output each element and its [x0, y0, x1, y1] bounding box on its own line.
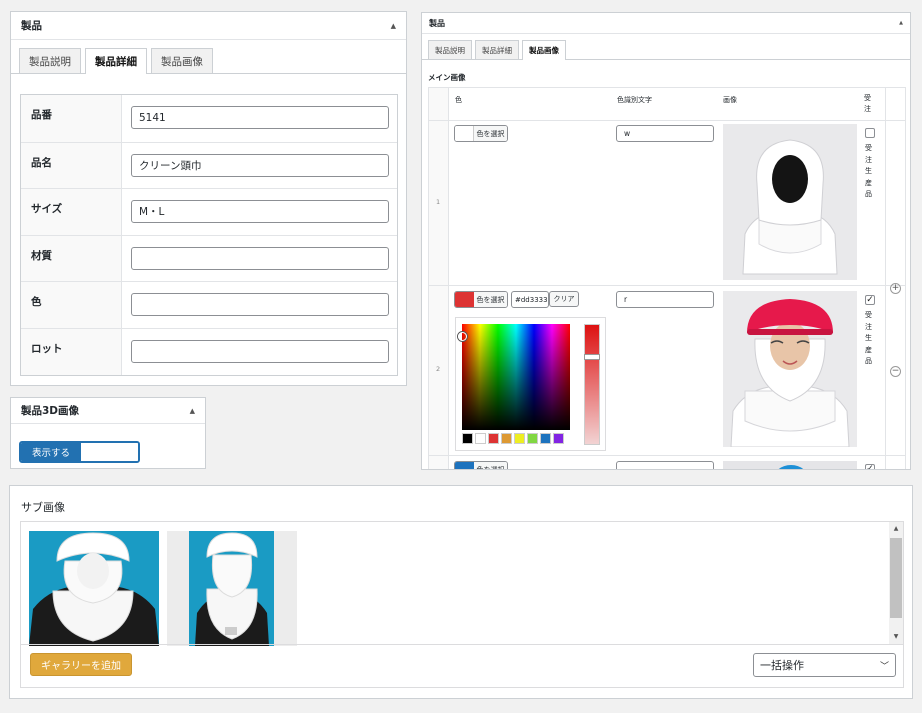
- form-row: ロット: [21, 327, 397, 374]
- gallery-image[interactable]: [29, 531, 159, 646]
- order-label: 受注生産品: [865, 311, 872, 365]
- color-text-input[interactable]: [616, 461, 714, 469]
- hue-slider-handle[interactable]: [584, 354, 600, 360]
- add-gallery-button[interactable]: ギャラリーを追加: [30, 653, 132, 676]
- row-number: 1: [436, 198, 441, 206]
- field-input[interactable]: 5141: [131, 106, 389, 129]
- color-picker-button[interactable]: 色を選択: [454, 461, 508, 469]
- panel3d-header[interactable]: 製品3D画像 ▲: [11, 398, 205, 424]
- gallery-area: ▲ ▼ ギャラリーを追加 一括操作 ﹀: [20, 521, 904, 688]
- order-label: 受注生産品: [865, 144, 872, 198]
- sub-images-title: サブ画像: [21, 501, 65, 514]
- column-image: 画像: [723, 96, 737, 104]
- product-image[interactable]: [723, 291, 857, 447]
- panel3d-title: 製品3D画像: [21, 405, 80, 417]
- color-swatch: [455, 462, 474, 469]
- select-color-label: 色を選択: [474, 292, 507, 307]
- color-text-input[interactable]: r: [616, 291, 714, 308]
- field-label: ロット: [31, 342, 63, 355]
- scroll-down-icon[interactable]: ▼: [889, 630, 903, 644]
- palette-swatch[interactable]: [540, 433, 551, 444]
- clear-button[interactable]: クリア: [549, 291, 579, 307]
- form-row: サイズ M・L: [21, 188, 397, 234]
- color-swatch: [455, 292, 474, 307]
- product-panel-header[interactable]: 製品 ▲: [11, 12, 406, 40]
- palette-swatch[interactable]: [527, 433, 538, 444]
- collapse-arrow-icon[interactable]: ▲: [190, 407, 195, 415]
- tab-product-images[interactable]: 製品画像: [151, 48, 213, 73]
- hex-input[interactable]: #dd3333: [511, 291, 549, 308]
- right-panel-title: 製品: [429, 18, 445, 28]
- remove-row-icon[interactable]: −: [890, 366, 901, 377]
- sub-images-panel: サブ画像 ▲ ▼ ギャラリーを追加 一括操作 ﹀: [9, 485, 913, 699]
- field-input[interactable]: クリーン頭巾: [131, 153, 389, 177]
- field-input[interactable]: [131, 293, 389, 316]
- field-input[interactable]: M・L: [131, 200, 389, 223]
- field-label: 品番: [31, 109, 52, 121]
- order-checkbox[interactable]: ✓: [865, 464, 875, 469]
- scrollbar-thumb[interactable]: [890, 538, 902, 618]
- product-image[interactable]: [723, 461, 857, 469]
- column-color-text: 色識別文字: [617, 96, 652, 104]
- main-image-table: 色 色識別文字 画像 受注 1 色を選択 w 受注生産品 2 色を選択 #dd3…: [428, 87, 906, 469]
- panel-title: 製品: [21, 20, 42, 32]
- tab-images[interactable]: 製品画像: [522, 40, 566, 60]
- palette-swatch[interactable]: [514, 433, 525, 444]
- color-swatch: [455, 126, 474, 141]
- field-label: 材質: [31, 249, 52, 262]
- scroll-up-icon[interactable]: ▲: [889, 522, 903, 536]
- select-color-label: 色を選択: [474, 126, 507, 141]
- palette-swatch[interactable]: [488, 433, 499, 444]
- color-text-input[interactable]: w: [616, 125, 714, 142]
- product-image[interactable]: [723, 124, 857, 280]
- order-checkbox[interactable]: [865, 128, 875, 138]
- form-row: 品名 クリーン頭巾: [21, 141, 397, 188]
- form-row: 品番 5141: [21, 95, 397, 141]
- field-label: サイズ: [31, 203, 63, 215]
- field-label: 品名: [31, 156, 52, 169]
- product-panel: 製品 ▲ 製品説明 製品詳細 製品画像 品番 5141 品名 クリーン頭巾サイズ M・L…: [10, 11, 407, 386]
- column-order: 受注: [864, 94, 871, 113]
- tab-product-details[interactable]: 製品詳細: [85, 48, 147, 74]
- color-picker-button[interactable]: 色を選択: [454, 125, 508, 142]
- color-spectrum[interactable]: [458, 324, 570, 430]
- main-image-label: メイン画像: [428, 73, 466, 82]
- tab-description[interactable]: 製品説明: [428, 40, 472, 59]
- tab-product-description[interactable]: 製品説明: [19, 48, 81, 73]
- add-row-icon[interactable]: +: [890, 283, 901, 294]
- palette-swatch[interactable]: [475, 433, 486, 444]
- field-label: 色: [31, 296, 42, 308]
- gallery-image[interactable]: [167, 531, 297, 646]
- palette-swatch[interactable]: [462, 433, 473, 444]
- hue-slider[interactable]: [584, 324, 600, 445]
- color-picker-panel: [455, 317, 606, 451]
- bulk-action-label: 一括操作: [760, 659, 804, 672]
- color-picker-button[interactable]: 色を選択: [454, 291, 508, 308]
- palette-swatch[interactable]: [501, 433, 512, 444]
- row-number: 2: [436, 365, 441, 373]
- order-checkbox[interactable]: ✓: [865, 295, 875, 305]
- right-panel-header[interactable]: 製品 ▲: [422, 13, 910, 34]
- select-color-label: 色を選択: [474, 462, 507, 469]
- spectrum-handle[interactable]: [458, 332, 467, 341]
- tab-details[interactable]: 製品詳細: [475, 40, 519, 59]
- color-palette: [462, 433, 564, 444]
- bulk-action-select[interactable]: 一括操作 ﹀: [753, 653, 896, 677]
- form-row: 色: [21, 281, 397, 327]
- toggle-label: 表示する: [21, 443, 81, 461]
- field-input[interactable]: [131, 339, 389, 363]
- field-input[interactable]: [131, 246, 389, 270]
- gallery-scrollbar[interactable]: ▲ ▼: [889, 522, 903, 644]
- form-row: 材質: [21, 234, 397, 281]
- display-toggle[interactable]: 表示する: [19, 441, 140, 463]
- details-form: 品番 5141 品名 クリーン頭巾サイズ M・L 材質色ロット: [20, 94, 398, 376]
- palette-swatch[interactable]: [553, 433, 564, 444]
- product-3d-panel: 製品3D画像 ▲ 表示する: [10, 397, 206, 469]
- collapse-arrow-icon[interactable]: ▲: [899, 20, 903, 26]
- collapse-arrow-icon[interactable]: ▲: [391, 22, 396, 30]
- chevron-down-icon: ﹀: [879, 661, 889, 672]
- product-images-panel: 製品 ▲ 製品説明 製品詳細 製品画像 メイン画像 色 色識別文字 画像 受注 …: [421, 12, 911, 470]
- column-color: 色: [455, 96, 462, 104]
